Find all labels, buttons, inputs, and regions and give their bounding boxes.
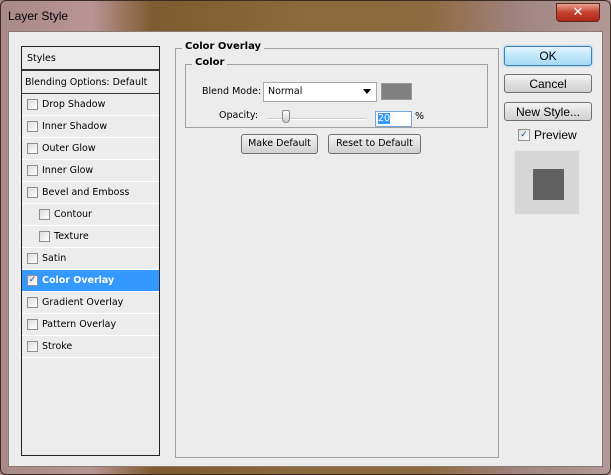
checkbox-checked[interactable]: ✓ [27, 275, 38, 286]
style-inner-shadow[interactable]: Inner Shadow [22, 116, 159, 138]
style-contour[interactable]: Contour [22, 204, 159, 226]
style-label: Inner Glow [42, 165, 94, 176]
opacity-slider-thumb[interactable] [282, 110, 290, 123]
color-swatch[interactable] [381, 83, 412, 100]
reset-to-default-button[interactable]: Reset to Default [328, 134, 421, 154]
close-button[interactable]: ✕ [556, 3, 600, 22]
checkbox[interactable] [27, 319, 38, 330]
preview-swatch [533, 169, 564, 200]
percent-label: % [415, 111, 425, 122]
style-label: Bevel and Emboss [42, 187, 130, 198]
style-satin[interactable]: Satin [22, 248, 159, 270]
style-inner-glow[interactable]: Inner Glow [22, 160, 159, 182]
checkbox[interactable] [27, 99, 38, 110]
style-texture[interactable]: Texture [22, 226, 159, 248]
style-label: Gradient Overlay [42, 297, 124, 308]
style-pattern-overlay[interactable]: Pattern Overlay [22, 314, 159, 336]
blend-mode-select[interactable]: Normal [263, 82, 377, 102]
style-label: Stroke [42, 341, 73, 352]
blend-mode-value: Normal [268, 86, 303, 97]
make-default-button[interactable]: Make Default [241, 134, 318, 154]
preview-thumbnail [514, 150, 580, 215]
style-label: Pattern Overlay [42, 319, 117, 330]
style-label: Texture [54, 231, 89, 242]
checkbox[interactable] [27, 187, 38, 198]
style-label: Drop Shadow [42, 99, 106, 110]
preview-label: Preview [534, 128, 577, 142]
group-title: Color Overlay [182, 41, 265, 52]
checkbox[interactable] [27, 143, 38, 154]
opacity-label: Opacity: [219, 110, 259, 121]
color-overlay-group: Color Overlay Color Blend Mode: Normal O… [175, 41, 499, 458]
checkbox[interactable] [27, 121, 38, 132]
new-style-button[interactable]: New Style... [504, 102, 592, 121]
preview-toggle[interactable]: ✓ Preview [518, 128, 577, 142]
dropdown-arrow-icon [363, 89, 371, 94]
cancel-button[interactable]: Cancel [504, 74, 592, 93]
style-drop-shadow[interactable]: Drop Shadow [22, 94, 159, 116]
styles-list: Styles Blending Options: Default Drop Sh… [21, 46, 160, 456]
style-color-overlay[interactable]: ✓ Color Overlay [22, 270, 159, 292]
style-stroke[interactable]: Stroke [22, 336, 159, 358]
style-label: Outer Glow [42, 143, 96, 154]
window-title: Layer Style [8, 9, 69, 23]
style-label: Contour [54, 209, 92, 220]
checkbox[interactable] [39, 209, 50, 220]
opacity-value: 20 [378, 113, 391, 124]
style-label: Color Overlay [42, 275, 115, 286]
checkbox[interactable] [39, 231, 50, 242]
section-title: Color [192, 57, 228, 68]
checkbox[interactable] [27, 253, 38, 264]
style-outer-glow[interactable]: Outer Glow [22, 138, 159, 160]
style-label: Satin [42, 253, 67, 264]
styles-header[interactable]: Styles [22, 47, 159, 71]
checkbox[interactable] [27, 341, 38, 352]
blend-mode-label: Blend Mode: [202, 86, 262, 97]
checkbox[interactable] [27, 165, 38, 176]
preview-checkbox[interactable]: ✓ [518, 129, 530, 141]
style-bevel-emboss[interactable]: Bevel and Emboss [22, 182, 159, 204]
style-label: Inner Shadow [42, 121, 108, 132]
color-section: Color Blend Mode: Normal Opacity: 20 % [185, 57, 488, 128]
blending-options[interactable]: Blending Options: Default [22, 71, 159, 94]
style-gradient-overlay[interactable]: Gradient Overlay [22, 292, 159, 314]
opacity-input[interactable]: 20 [375, 111, 412, 127]
ok-button[interactable]: OK [504, 46, 592, 66]
dialog-body: Styles Blending Options: Default Drop Sh… [8, 31, 603, 467]
checkbox[interactable] [27, 297, 38, 308]
